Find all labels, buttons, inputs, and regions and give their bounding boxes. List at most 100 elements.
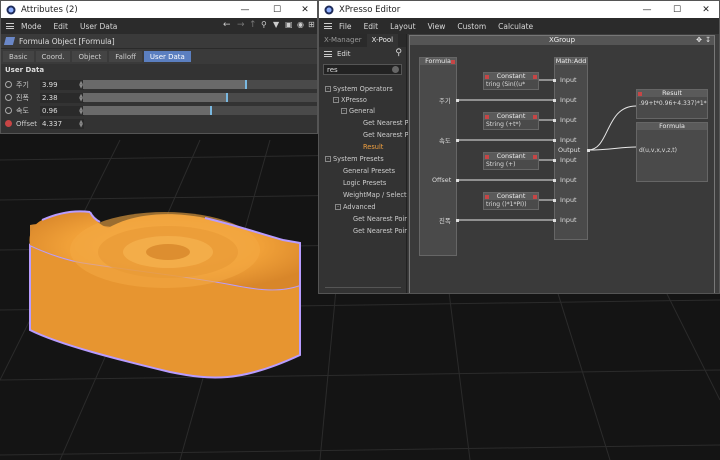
lock-icon[interactable]: ▣ <box>285 20 293 29</box>
close-icon[interactable]: ✕ <box>692 1 719 18</box>
output-port-icon[interactable] <box>533 114 537 119</box>
input-port[interactable] <box>553 179 556 182</box>
output-port-icon[interactable] <box>451 59 455 64</box>
input-port-icon[interactable] <box>485 194 489 199</box>
menu-edit[interactable]: Edit <box>47 22 74 31</box>
constant-node[interactable]: Constant tring (Sin((u* <box>483 72 539 90</box>
input-port-icon[interactable] <box>485 154 489 159</box>
input-port[interactable] <box>553 199 556 202</box>
input-port[interactable] <box>553 79 556 82</box>
horizontal-scrollbar[interactable] <box>325 287 401 292</box>
up-arrow-icon[interactable]: ↑ <box>249 20 257 30</box>
input-port[interactable] <box>553 99 556 102</box>
settings-icon[interactable]: ◉ <box>297 20 304 29</box>
collapse-icon[interactable]: - <box>325 156 331 162</box>
tree-item[interactable]: - General <box>341 106 375 116</box>
input-port-icon[interactable] <box>638 91 642 96</box>
param-value-field[interactable]: 3.99 ▲ ▼ <box>40 79 84 90</box>
output-port[interactable] <box>587 149 590 152</box>
menu-layout[interactable]: Layout <box>384 22 422 31</box>
tab-falloff[interactable]: Falloff <box>109 51 142 62</box>
tab-user-data[interactable]: User Data <box>143 51 191 62</box>
tree-item[interactable]: WeightMap / Select <box>343 190 407 200</box>
hamburger-icon[interactable] <box>319 23 333 29</box>
tree-item[interactable]: Get Nearest Poi <box>363 118 414 128</box>
node-header[interactable]: Math:Add <box>555 58 587 65</box>
back-arrow-icon[interactable]: ← <box>223 20 231 30</box>
menu-user-data[interactable]: User Data <box>74 22 123 31</box>
input-port[interactable] <box>553 119 556 122</box>
tree-item[interactable]: - System Operators <box>325 84 393 94</box>
clear-search-icon[interactable] <box>392 66 399 73</box>
attributes-window[interactable]: Attributes (2) — ☐ ✕ Mode Edit User Data… <box>0 0 318 134</box>
animate-dot-icon[interactable] <box>5 120 12 127</box>
tree-item[interactable]: General Presets <box>343 166 395 176</box>
node-header[interactable]: Formula <box>420 58 456 65</box>
menu-custom[interactable]: Custom <box>451 22 492 31</box>
xgroup-node[interactable]: XGroup ✥ ↧ Formula 주기 속도 Offset 진폭 Const… <box>409 35 715 293</box>
output-port[interactable] <box>456 139 459 142</box>
param-slider[interactable] <box>83 80 317 89</box>
tree-item-result[interactable]: Result <box>363 142 383 152</box>
node-header[interactable]: Result <box>637 90 707 97</box>
node-header[interactable]: Constant <box>484 113 538 120</box>
tree-item[interactable]: - System Presets <box>325 154 384 164</box>
hamburger-icon[interactable] <box>1 23 15 29</box>
input-port-icon[interactable] <box>485 114 489 119</box>
menu-file[interactable]: File <box>333 22 358 31</box>
attributes-titlebar[interactable]: Attributes (2) — ☐ ✕ <box>1 1 317 18</box>
animate-dot-icon[interactable] <box>5 107 12 114</box>
formula-output-node[interactable]: Formula d(u,v,x,v,z,t) <box>636 122 708 182</box>
collapse-icon[interactable]: - <box>341 108 347 114</box>
tree-item[interactable]: - Advanced <box>335 202 376 212</box>
constant-node[interactable]: Constant tring ()*1*PI)) <box>483 192 539 210</box>
param-value-field[interactable]: 0.96 ▲ ▼ <box>40 105 84 116</box>
output-port[interactable] <box>456 99 459 102</box>
tab-basic[interactable]: Basic <box>3 51 34 62</box>
output-port[interactable] <box>456 179 459 182</box>
maximize-icon[interactable]: ☐ <box>663 1 691 18</box>
collapse-icon[interactable]: - <box>325 86 331 92</box>
result-node[interactable]: Result .99+t*0.96+4.337)*1*PI)) <box>636 89 708 119</box>
menu-calculate[interactable]: Calculate <box>492 22 539 31</box>
output-port-icon[interactable] <box>533 154 537 159</box>
menu-edit[interactable]: Edit <box>358 22 385 31</box>
tree-item[interactable]: Get Nearest Poi <box>363 130 414 140</box>
input-port[interactable] <box>553 159 556 162</box>
close-icon[interactable]: ✕ <box>291 1 317 18</box>
output-port-icon[interactable] <box>533 74 537 79</box>
param-slider[interactable] <box>83 93 317 102</box>
search-icon[interactable]: ⚲ <box>395 48 402 58</box>
tab-coord[interactable]: Coord. <box>35 51 71 62</box>
node-header[interactable]: Constant <box>484 153 538 160</box>
output-port[interactable] <box>456 219 459 222</box>
forward-arrow-icon[interactable]: → <box>237 20 245 30</box>
node-header[interactable]: Formula <box>637 123 707 130</box>
input-port-icon[interactable] <box>485 74 489 79</box>
formula-node[interactable]: Formula <box>419 57 457 256</box>
input-port[interactable] <box>553 219 556 222</box>
constant-node[interactable]: Constant String (+) <box>483 152 539 170</box>
param-value-field[interactable]: 4.337 ▲ ▼ <box>40 118 84 129</box>
collapse-icon[interactable]: - <box>333 97 339 103</box>
menu-mode[interactable]: Mode <box>15 22 47 31</box>
node-header[interactable]: Constant <box>484 73 538 80</box>
animate-dot-icon[interactable] <box>5 81 12 88</box>
hamburger-icon[interactable] <box>319 51 333 57</box>
tab-object[interactable]: Object <box>72 51 108 62</box>
tab-x-manager[interactable]: X-Manager <box>319 34 367 47</box>
param-slider[interactable] <box>83 106 317 115</box>
tree-item[interactable]: Logic Presets <box>343 178 386 188</box>
new-window-icon[interactable]: ⊞ <box>308 20 315 29</box>
output-port-icon[interactable] <box>533 194 537 199</box>
constant-node[interactable]: Constant String (+t*) <box>483 112 539 130</box>
tree-item[interactable]: - XPresso <box>333 95 367 105</box>
tab-x-pool[interactable]: X-Pool <box>366 34 399 47</box>
filter-icon[interactable]: ▼ <box>273 20 279 29</box>
node-canvas[interactable]: XGroup ✥ ↧ Formula 주기 속도 Offset 진폭 Const… <box>408 34 719 293</box>
spinner-icon[interactable]: ▲ ▼ <box>79 119 83 128</box>
xpresso-window[interactable]: XPresso Editor — ☐ ✕ File Edit Layout Vi… <box>318 0 720 294</box>
minimize-icon[interactable]: — <box>231 1 259 18</box>
tree-item[interactable]: Get Nearest Poir <box>353 214 407 224</box>
search-icon[interactable]: ⚲ <box>261 20 267 29</box>
